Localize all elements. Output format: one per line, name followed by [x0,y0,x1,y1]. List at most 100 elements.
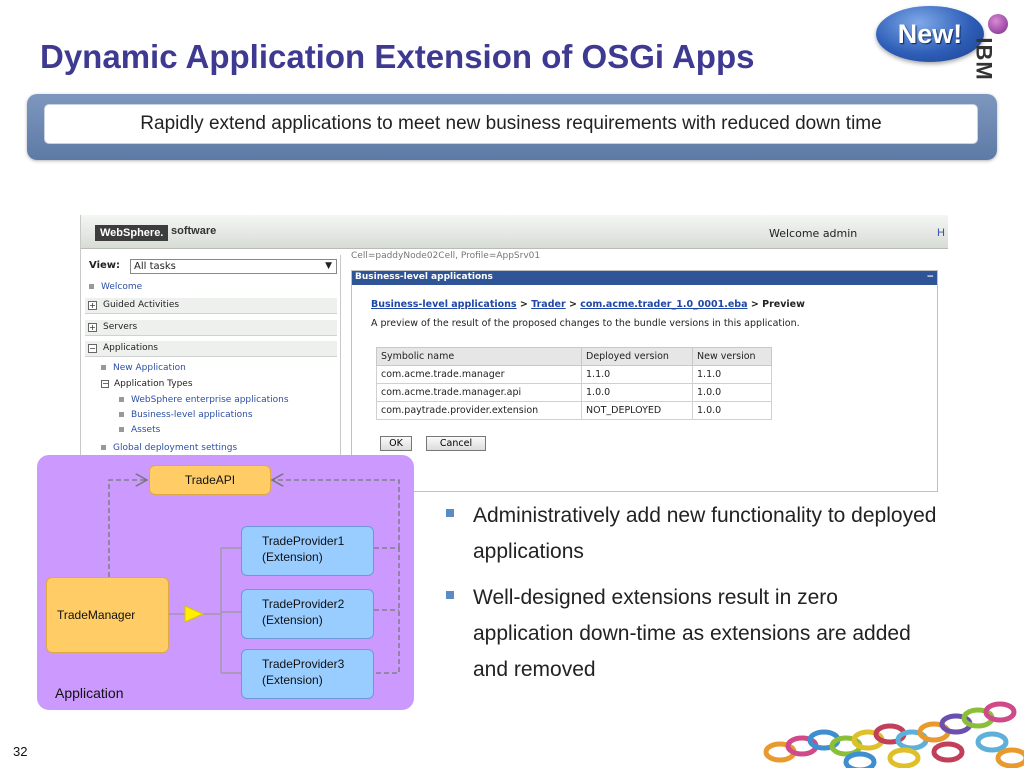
expand-icon[interactable]: + [88,301,97,310]
application-diagram: TradeAPI TradeManager TradeProvider1 (Ex… [37,455,414,710]
ibm-logo: IBM [972,14,1014,96]
table-cell: com.acme.trade.manager.api [376,383,582,402]
nav-application-types[interactable]: − Application Types [101,379,193,389]
nav-assets[interactable]: Assets [119,425,160,435]
nav-websphere-apps[interactable]: WebSphere enterprise applications [119,395,289,405]
breadcrumb-bla-link[interactable]: Business-level applications [371,299,517,310]
admin-console-screenshot: WebSphere. software Welcome admin H View… [80,215,948,495]
bullet-item: Administratively add new functionality t… [440,498,940,570]
page-number: 32 [13,744,28,759]
table-cell: com.paytrade.provider.extension [376,401,582,420]
nav-new-application-label: New Application [113,363,186,373]
view-label: View: [89,260,121,271]
chain-pattern-icon [763,701,1024,768]
bullet-icon [101,445,106,450]
nav-welcome-label: Welcome [101,282,143,292]
decorative-chain-pattern [740,700,1024,768]
nav-guided-activities[interactable]: + Guided Activities [85,298,337,314]
node-sublabel: (Extension) [262,613,323,627]
banner-box: Rapidly extend applications to meet new … [44,104,978,144]
nav-guided-label: Guided Activities [103,300,180,310]
node-sublabel: (Extension) [262,550,323,564]
nav-servers-label: Servers [103,322,138,332]
trade-provider3-node: TradeProvider3 (Extension) [241,649,374,699]
nav-welcome[interactable]: Welcome [89,282,142,292]
websphere-software-label: software [171,225,217,237]
table-row: com.paytrade.provider.extension NOT_DEPL… [376,401,772,420]
nav-assets-label: Assets [131,425,161,435]
cell-info: Cell=paddyNode02Cell, Profile=AppSrv01 [351,251,541,261]
banner-text: Rapidly extend applications to meet new … [140,113,882,134]
bullet-icon [119,412,124,417]
new-badge: New! [876,6,984,62]
node-sublabel: (Extension) [262,673,323,687]
node-label: TradeProvider2 [262,597,345,611]
bullet-list: Administratively add new functionality t… [440,498,940,698]
slide-title: Dynamic Application Extension of OSGi Ap… [40,38,755,75]
bullet-icon [446,591,454,599]
breadcrumb-separator: > [750,299,759,310]
expand-icon[interactable]: + [88,323,97,332]
solid-connector-manager-providers [169,547,241,674]
column-header[interactable]: Deployed version [581,347,693,366]
table-header-row: Symbolic name Deployed version New versi… [376,347,772,366]
bla-panel-header: Business-level applications − [352,271,937,285]
bullet-text: Well-designed extensions result in zero … [473,586,911,681]
nav-bla[interactable]: Business-level applications [119,410,253,420]
table-cell: 1.0.0 [692,401,772,420]
trade-provider1-node: TradeProvider1 (Extension) [241,526,374,576]
table-row: com.acme.trade.manager 1.1.0 1.1.0 [376,365,772,384]
cancel-button[interactable]: Cancel [426,436,486,451]
column-header[interactable]: New version [692,347,772,366]
bullet-item: Well-designed extensions result in zero … [440,580,940,688]
table-cell: 1.1.0 [581,365,693,384]
trade-provider2-node: TradeProvider2 (Extension) [241,589,374,639]
nav-websphere-apps-label: WebSphere enterprise applications [131,395,289,405]
table-cell: 1.1.0 [692,365,772,384]
nav-servers[interactable]: + Servers [85,320,337,336]
table-cell: com.acme.trade.manager [376,365,582,384]
minimize-icon[interactable]: − [926,271,934,284]
nav-application-types-label: Application Types [114,379,193,389]
bla-panel-title: Business-level applications [355,272,493,282]
view-select[interactable]: All tasks ▼ [130,259,337,274]
table-row: com.acme.trade.manager.api 1.0.0 1.0.0 [376,383,772,402]
bullet-icon [446,509,454,517]
new-badge-label: New! [897,18,963,49]
breadcrumb-separator: > [519,299,528,310]
application-label: Application [55,685,124,701]
chevron-down-icon: ▼ [325,261,332,271]
view-select-value: All tasks [134,261,176,272]
nav-applications[interactable]: − Applications [85,341,337,357]
dashed-connector-providers-api [272,480,400,674]
breadcrumb-eba-link[interactable]: com.acme.trader_1.0_0001.eba [580,299,747,310]
preview-description: A preview of the result of the proposed … [371,318,800,329]
node-label: TradeProvider3 [262,657,345,671]
nav-bla-label: Business-level applications [131,410,253,420]
nav-new-application[interactable]: New Application [101,363,186,373]
collapse-icon[interactable]: − [88,344,97,353]
table-cell: NOT_DEPLOYED [581,401,693,420]
header-link-truncated[interactable]: H [937,227,945,239]
collapse-icon[interactable]: − [101,379,109,388]
breadcrumb-trader-link[interactable]: Trader [531,299,565,310]
ok-button[interactable]: OK [380,436,412,451]
nav-global-deploy[interactable]: Global deployment settings [101,443,237,453]
breadcrumb: Business-level applications > Trader > c… [371,299,805,310]
bullet-icon [101,365,106,370]
bullet-icon [119,397,124,402]
websphere-logo: WebSphere. [95,225,169,241]
subtitle-banner: Rapidly extend applications to meet new … [27,94,997,160]
console-header: WebSphere. software Welcome admin H [81,215,948,249]
table-cell: 1.0.0 [692,383,772,402]
bundle-versions-table: Symbolic name Deployed version New versi… [376,347,772,420]
welcome-user: Welcome admin [769,227,858,240]
node-label: TradeProvider1 [262,534,345,548]
column-header[interactable]: Symbolic name [376,347,582,366]
nav-global-deploy-label: Global deployment settings [113,443,238,453]
bullet-icon [119,427,124,432]
trade-api-node: TradeAPI [149,465,271,495]
bullet-icon [89,284,94,289]
trade-manager-node: TradeManager [46,577,169,653]
arrow-icon [184,605,205,623]
